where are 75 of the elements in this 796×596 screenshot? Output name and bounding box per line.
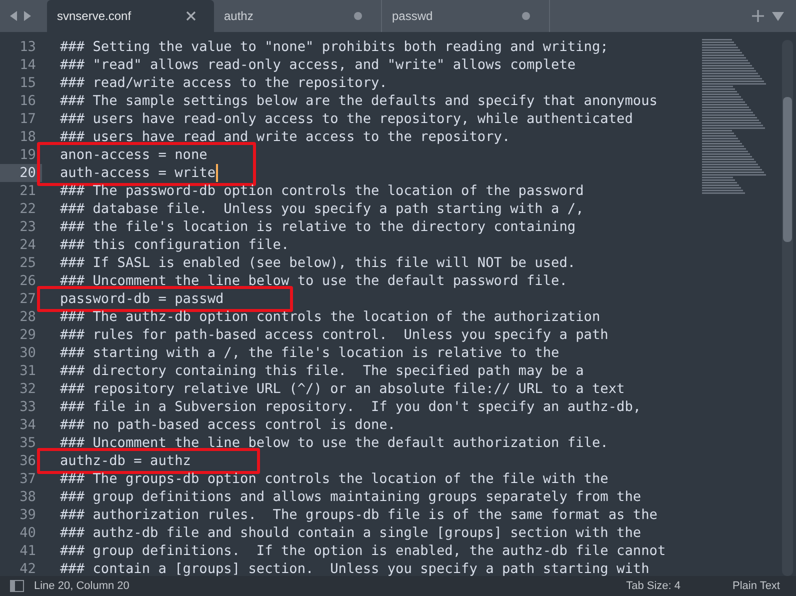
line-number: 15 (18, 74, 36, 92)
code-line: auth-access = write (60, 164, 216, 182)
code-line: password-db = passwd (60, 290, 224, 308)
line-number: 39 (18, 506, 36, 524)
sidebar-toggle-icon[interactable] (10, 580, 24, 592)
code-line: ### the file's location is relative to the directory containing (60, 218, 576, 236)
line-number: 33 (18, 398, 36, 416)
close-icon[interactable] (186, 11, 196, 21)
line-number: 13 (18, 38, 36, 56)
tab-size-setting[interactable]: Tab Size: 4 (626, 580, 680, 592)
code-line: ### authz-db file and should contain a single [groups] section with the (60, 524, 642, 542)
code-line: ### users have read-only access to the repository, while authenticated (60, 110, 633, 128)
line-number: 37 (18, 470, 36, 488)
cursor-position: Line 20, Column 20 (34, 580, 130, 592)
line-number: 41 (18, 542, 36, 560)
line-number: 32 (18, 380, 36, 398)
code-line: ### repository relative URL (^/) or an absolute file:// URL to a text (60, 380, 625, 398)
tab[interactable]: svnserve.conf (47, 0, 214, 32)
line-number: 35 (18, 434, 36, 452)
code-line: ### The password-db option controls the location of the password (60, 182, 584, 200)
line-number: 31 (18, 362, 36, 380)
code-line: authz-db = authz (60, 452, 191, 470)
code-line: ### "read" allows read-only access, and "write" allows complete (60, 56, 576, 74)
line-number: 40 (18, 524, 36, 542)
modified-dot-icon (353, 11, 363, 21)
code-line: ### The groups-db option controls the location of the file with the (60, 470, 608, 488)
code-line: ### Uncomment the line below to use the default authorization file. (60, 434, 608, 452)
line-number: 23 (18, 218, 36, 236)
tab[interactable]: authz (214, 0, 382, 32)
line-number: 17 (18, 110, 36, 128)
code-line: ### If SASL is enabled (see below), this file will NOT be used. (60, 254, 576, 272)
code-line: ### database file. Unless you specify a path starting with a /, (60, 200, 584, 218)
code-line: ### group definitions. If the option is enabled, the authz-db file cannot (60, 542, 666, 560)
code-line: ### starting with a /, the file's location is relative to the (60, 344, 560, 362)
code-line: anon-access = none (60, 146, 208, 164)
left-arrow-icon[interactable] (10, 11, 18, 21)
line-number: 24 (18, 236, 36, 254)
line-number: 21 (18, 182, 36, 200)
code-line: ### rules for path-based access control. Unless you specify a path (60, 326, 608, 344)
syntax-setting[interactable]: Plain Text (732, 580, 780, 592)
code-line: ### directory containing this file. The specified path may be a (60, 362, 584, 380)
line-number: 34 (18, 416, 36, 434)
code-line: ### file in a Subversion repository. If you don't specify an authz-db, (60, 398, 642, 416)
code-line: ### Setting the value to "none" prohibits both reading and writing; (60, 38, 608, 56)
line-number: 19 (18, 146, 36, 164)
line-number: 36 (18, 452, 36, 470)
scrollbar-thumb[interactable] (783, 97, 792, 242)
line-number: 14 (18, 56, 36, 74)
line-number: 22 (18, 200, 36, 218)
code-line: ### group definitions and allows maintaining groups separately from the (60, 488, 642, 506)
line-number: 30 (18, 344, 36, 362)
line-number: 27 (18, 290, 36, 308)
right-arrow-icon[interactable] (23, 11, 31, 21)
code-line: ### this configuration file. (60, 236, 290, 254)
code-line: ### The authz-db option controls the location of the authorization (60, 308, 600, 326)
code-line: ### The sample settings below are the defaults and specify that anonymous (60, 92, 658, 110)
line-number: 42 (18, 560, 36, 578)
line-number: 25 (18, 254, 36, 272)
code-line: ### authorization rules. The groups-db file is of the same format as the (60, 506, 658, 524)
dropdown-icon[interactable] (772, 12, 784, 20)
line-number: 18 (18, 128, 36, 146)
line-number: 28 (18, 308, 36, 326)
code-line: ### no path-based access control is done. (60, 416, 396, 434)
code-line: ### contain a [groups] section. Unless you specify a path starting with (60, 560, 650, 578)
line-number: 29 (18, 326, 36, 344)
code-line: ### read/write access to the repository. (60, 74, 388, 92)
tab[interactable]: passwd (382, 0, 550, 32)
line-number: 38 (18, 488, 36, 506)
modified-dot-icon (521, 11, 531, 21)
code-line: ### Uncomment the line below to use the default password file. (60, 272, 568, 290)
plus-icon[interactable] (752, 10, 764, 22)
text-cursor (216, 164, 218, 182)
code-line: ### users have read and write access to the repository. (60, 128, 510, 146)
line-number: 26 (18, 272, 36, 290)
line-number: 16 (18, 92, 36, 110)
